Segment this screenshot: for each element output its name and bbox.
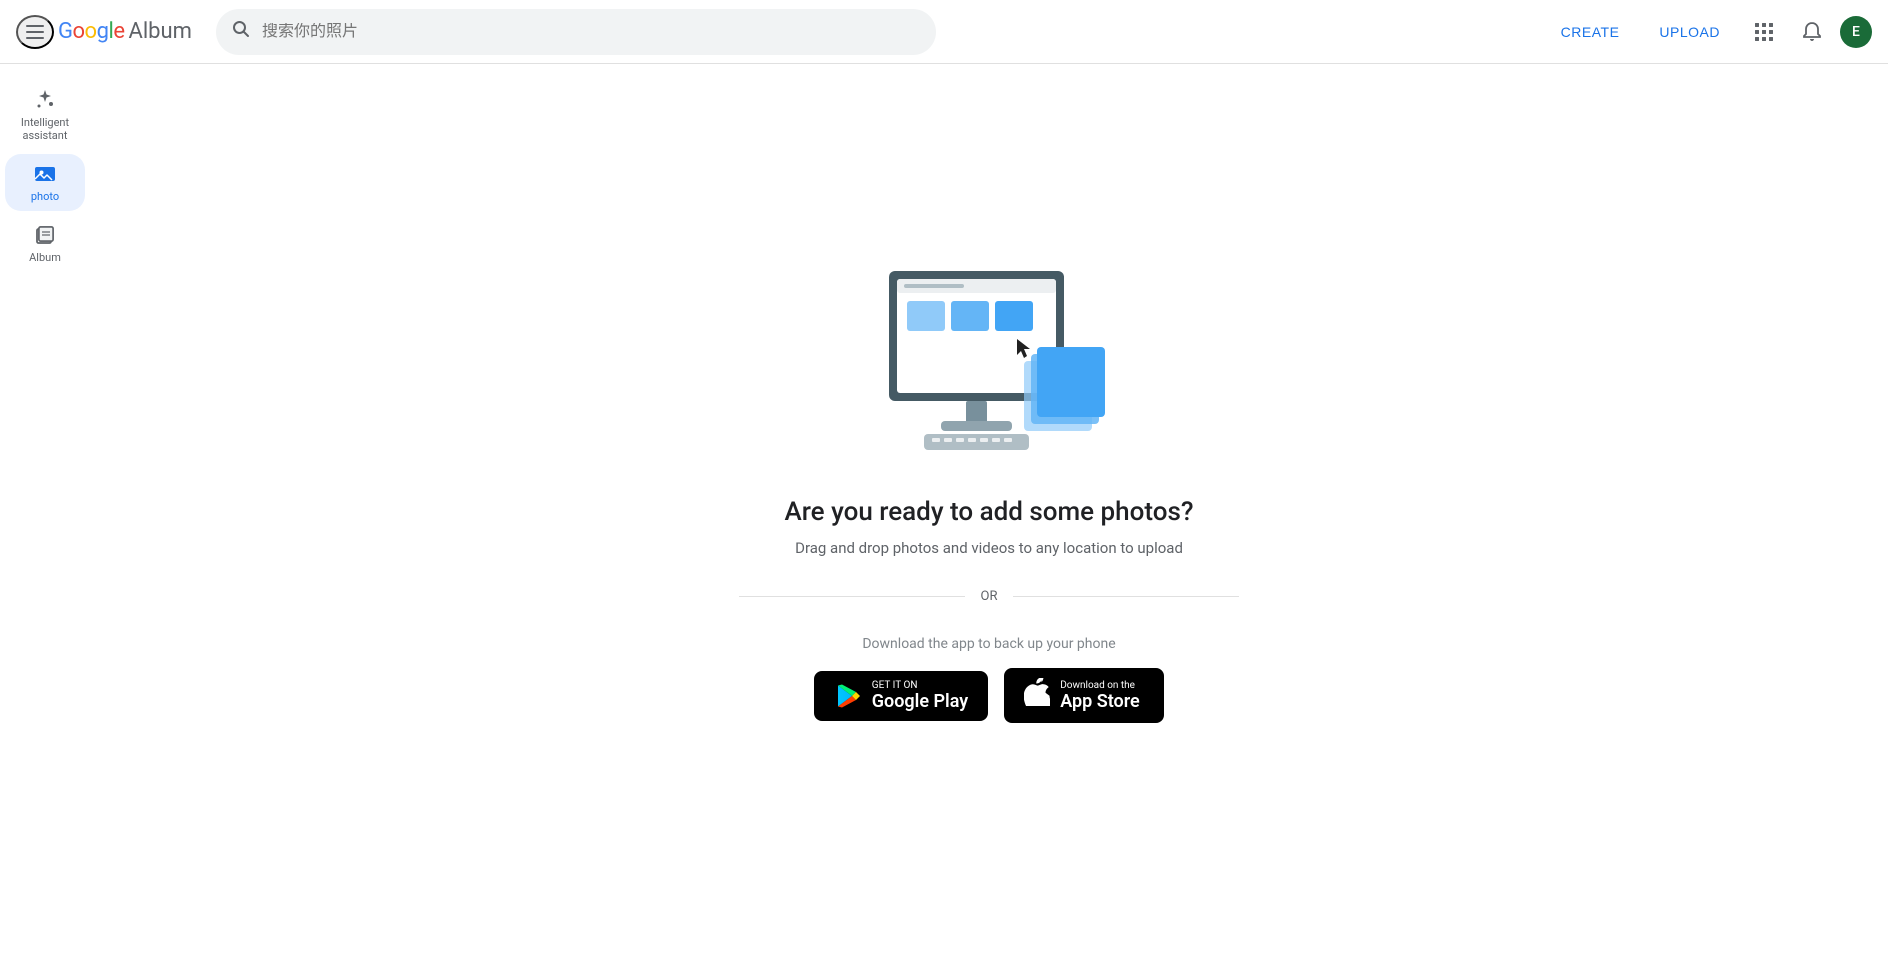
bell-icon [1802, 21, 1822, 43]
download-label: Download the app to back up your phone [862, 636, 1115, 652]
app-store-button[interactable]: Download on the App Store [1004, 668, 1164, 723]
sidebar: Intelligent assistant photo Album [0, 64, 90, 910]
album-icon [33, 223, 57, 247]
sidebar-item-photo-label: photo [31, 190, 59, 203]
notifications-button[interactable] [1792, 12, 1832, 52]
divider-line-left [739, 596, 965, 597]
app-store-label-top: Download on the [1060, 681, 1140, 691]
sidebar-item-photo[interactable]: photo [5, 154, 85, 211]
logo-google-text: Google [58, 19, 124, 44]
logo-album-text: Album [128, 19, 191, 44]
sidebar-item-album[interactable]: Album [5, 215, 85, 272]
sidebar-item-album-label: Album [29, 251, 61, 264]
main-content: Are you ready to add some photos? Drag a… [90, 64, 1888, 910]
header-actions: CREATE UPLOAD E [1545, 12, 1872, 52]
hamburger-icon [26, 25, 44, 39]
apps-button[interactable] [1744, 12, 1784, 52]
search-bar [216, 9, 936, 55]
google-play-button[interactable]: GET IT ON Google Play [814, 671, 988, 721]
intelligent-assistant-icon [33, 88, 57, 112]
google-play-label-bottom: Google Play [872, 693, 968, 711]
upload-illustration [869, 251, 1109, 465]
logo[interactable]: Google Album [58, 19, 192, 44]
app-buttons: GET IT ON Google Play Download on the Ap… [814, 668, 1164, 723]
search-input[interactable] [262, 23, 920, 41]
divider-line-right [1013, 596, 1239, 597]
apple-icon [1024, 678, 1050, 713]
app-store-text: Download on the App Store [1060, 681, 1140, 711]
app-store-label-bottom: App Store [1060, 693, 1140, 711]
google-play-icon [834, 682, 862, 710]
avatar[interactable]: E [1840, 16, 1872, 48]
apps-icon [1755, 23, 1773, 41]
main-subheading: Drag and drop photos and videos to any l… [795, 539, 1183, 557]
main-heading: Are you ready to add some photos? [784, 497, 1193, 527]
sidebar-item-intelligent-assistant[interactable]: Intelligent assistant [5, 80, 85, 150]
divider-text: OR [981, 589, 998, 604]
sidebar-item-intelligent-assistant-label: Intelligent assistant [21, 116, 69, 142]
upload-button[interactable]: UPLOAD [1643, 16, 1736, 48]
create-button[interactable]: CREATE [1545, 16, 1636, 48]
divider: OR [739, 589, 1239, 604]
header: Google Album CREATE UPLOAD [0, 0, 1888, 64]
search-icon [232, 20, 250, 43]
google-play-text: GET IT ON Google Play [872, 681, 968, 711]
photo-icon [33, 162, 57, 186]
google-play-label-top: GET IT ON [872, 681, 968, 691]
menu-button[interactable] [16, 15, 54, 49]
search-bar-inner [216, 9, 936, 55]
